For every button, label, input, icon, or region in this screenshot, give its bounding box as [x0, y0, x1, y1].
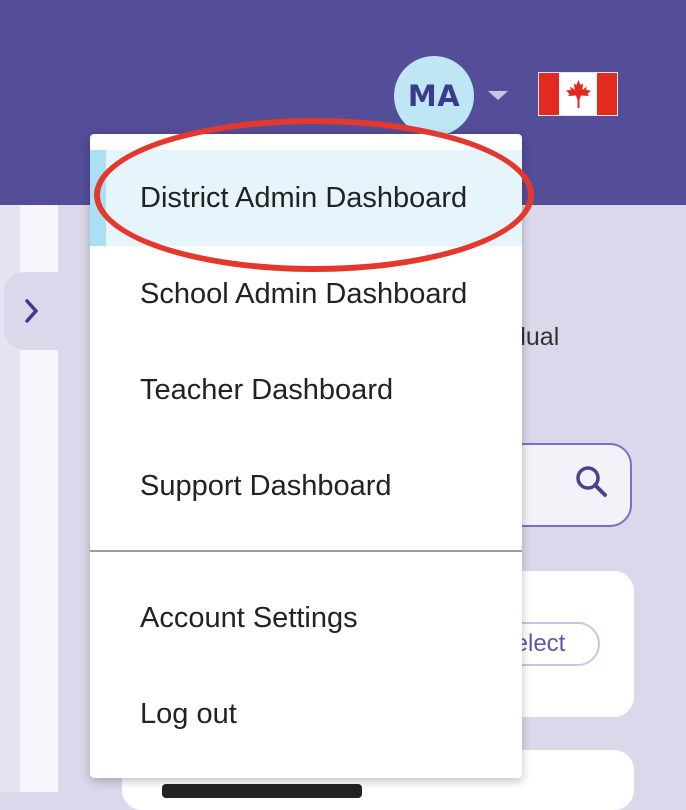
menu-item-label: Teacher Dashboard [140, 373, 394, 406]
user-dropdown-menu: District Admin Dashboard School Admin Da… [90, 134, 522, 778]
menu-item-district-admin-dashboard[interactable]: District Admin Dashboard [90, 150, 522, 246]
flag-band-right [597, 73, 617, 115]
canada-flag-icon[interactable] [538, 72, 618, 116]
user-avatar[interactable]: MA [394, 56, 474, 136]
menu-item-log-out[interactable]: Log out [90, 666, 522, 762]
menu-item-support-dashboard[interactable]: Support Dashboard [90, 438, 522, 534]
select-button-label: elect [514, 630, 566, 657]
card-title-fragment [162, 784, 362, 798]
menu-item-label: Account Settings [140, 601, 358, 634]
menu-item-label: School Admin Dashboard [140, 277, 468, 310]
menu-item-teacher-dashboard[interactable]: Teacher Dashboard [90, 342, 522, 438]
menu-item-school-admin-dashboard[interactable]: School Admin Dashboard [90, 246, 522, 342]
menu-item-label: Log out [140, 697, 237, 730]
search-icon[interactable] [573, 463, 609, 499]
menu-item-label: Support Dashboard [140, 469, 392, 502]
menu-item-account-settings[interactable]: Account Settings [90, 570, 522, 666]
maple-leaf-icon [566, 80, 591, 108]
avatar-initials: MA [407, 79, 461, 113]
menu-item-label: District Admin Dashboard [140, 181, 468, 214]
menu-divider [90, 550, 522, 552]
active-indicator [90, 150, 106, 246]
flag-band-left [539, 73, 559, 115]
chevron-right-icon [25, 299, 38, 323]
sidebar-expand-button[interactable] [4, 272, 60, 350]
caret-down-icon[interactable] [488, 91, 508, 100]
